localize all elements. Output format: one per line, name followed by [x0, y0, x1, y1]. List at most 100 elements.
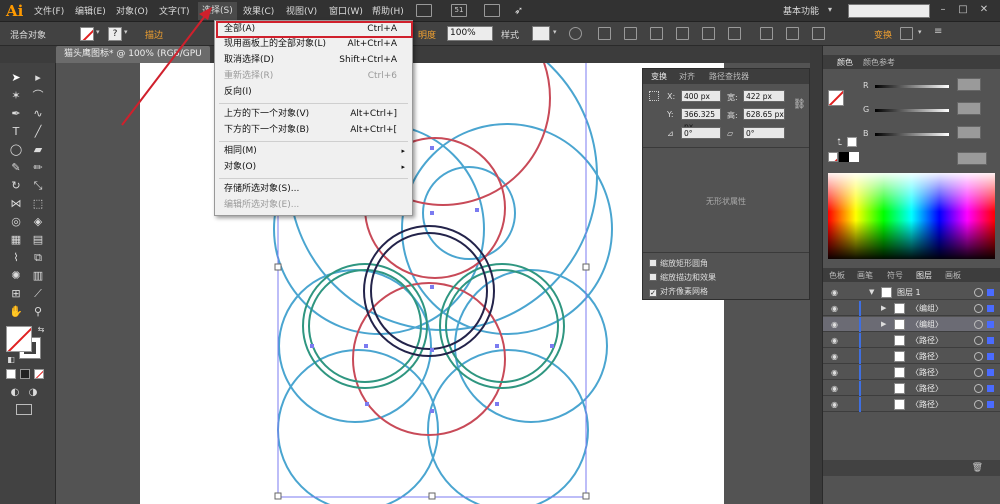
paintbrush-tool-icon[interactable]: ✎ [9, 161, 23, 175]
menu-edit[interactable]: 编辑(E) [75, 4, 106, 17]
tab-layers[interactable]: 图层 [916, 270, 932, 281]
align-pixel-grid-checkbox[interactable]: ✓ 对齐像素网格 [649, 286, 708, 297]
bounding-box-handle[interactable] [582, 492, 590, 500]
checkbox[interactable] [649, 259, 657, 267]
slice-tool-icon[interactable]: ⟋ [31, 287, 45, 301]
x-field[interactable]: 400 px [681, 90, 721, 102]
selection-indicator[interactable] [987, 369, 994, 376]
layer-row[interactable]: ◉ 〈路径〉 [823, 365, 1000, 380]
bridge-icon[interactable] [416, 4, 432, 17]
bounding-box-handle[interactable] [428, 492, 436, 500]
none-mode-icon[interactable] [34, 369, 44, 379]
tab-artboards[interactable]: 画板 [945, 270, 961, 281]
chevron-down-icon[interactable]: ▾ [918, 28, 922, 36]
distribute-right-icon[interactable] [812, 27, 825, 40]
menu-item-edit-selection[interactable]: 编辑所选对象(E)... [216, 198, 411, 213]
menu-object[interactable]: 对象(O) [116, 4, 148, 17]
owl-circle-blue[interactable] [277, 349, 439, 504]
opacity-label[interactable]: 明度 [418, 28, 436, 41]
menu-file[interactable]: 文件(F) [34, 4, 64, 17]
minimize-icon[interactable]: – [937, 4, 949, 16]
menu-help[interactable]: 帮助(H) [372, 4, 404, 17]
scale-tool-icon[interactable]: ⤡ [31, 179, 45, 193]
line-tool-icon[interactable]: ╱ [31, 125, 45, 139]
menu-item-next-object-above[interactable]: 上方的下一个对象(V) Alt+Ctrl+] [216, 107, 411, 122]
eyedropper-tool-icon[interactable]: ⌇ [9, 251, 23, 265]
anchor-point[interactable] [310, 344, 314, 348]
isolate-icon[interactable] [900, 27, 913, 40]
menu-item-select-all[interactable]: 全部(A) Ctrl+A [216, 21, 413, 38]
workspace-switcher[interactable]: 基本功能 [783, 4, 819, 17]
chevron-down-icon[interactable]: ▾ [96, 28, 100, 36]
selection-indicator[interactable] [987, 305, 994, 312]
type-tool-icon[interactable]: T [9, 125, 23, 139]
scale-strokes-checkbox[interactable]: 缩放描边和效果 [649, 272, 716, 283]
gradient-tool-icon[interactable]: ▤ [31, 233, 45, 247]
ellipse-tool-icon[interactable]: ◯ [9, 143, 23, 157]
checkbox[interactable] [649, 273, 657, 281]
menu-select[interactable]: 选择(S) [198, 2, 237, 20]
layer-row[interactable]: ◉ ▶ 〈编组〉 [823, 301, 1000, 316]
search-input[interactable] [848, 4, 930, 18]
anchor-point[interactable] [495, 344, 499, 348]
anchor-point[interactable] [430, 348, 434, 352]
symbol-sprayer-tool-icon[interactable]: ✺ [9, 269, 23, 283]
target-icon[interactable] [974, 400, 983, 409]
panel-menu-icon[interactable]: ≡ [934, 26, 942, 37]
black-color-swatch[interactable] [839, 152, 849, 162]
chevron-down-icon[interactable]: ▾ [828, 5, 832, 14]
menu-item-save-selection[interactable]: 存储所选对象(S)... [216, 182, 411, 197]
tab-align[interactable]: 对齐 [679, 71, 695, 82]
menu-item-deselect[interactable]: 取消选择(D) Shift+Ctrl+A [216, 53, 411, 68]
eye-icon[interactable]: ◉ [831, 304, 838, 313]
pen-tool-icon[interactable]: ✒ [9, 107, 23, 121]
maximize-icon[interactable]: □ [957, 4, 969, 16]
target-icon[interactable] [974, 320, 983, 329]
anchor-point[interactable] [430, 285, 434, 289]
graph-tool-icon[interactable]: ▥ [31, 269, 45, 283]
owl-circle-blue[interactable] [422, 166, 516, 260]
selection-indicator[interactable] [987, 353, 994, 360]
target-icon[interactable] [974, 368, 983, 377]
selection-indicator[interactable] [987, 337, 994, 344]
eye-icon[interactable]: ◉ [831, 320, 838, 329]
anchor-point[interactable] [364, 344, 368, 348]
owl-circle-blue[interactable] [427, 349, 589, 504]
mesh-tool-icon[interactable]: ▦ [9, 233, 23, 247]
owl-circle-blue[interactable] [454, 269, 608, 423]
layer-row[interactable]: ◉ 〈路径〉 [823, 381, 1000, 396]
blue-channel-slider[interactable] [875, 133, 949, 136]
tab-pathfinder[interactable]: 路径查找器 [709, 71, 749, 82]
target-icon[interactable] [974, 352, 983, 361]
eye-icon[interactable]: ◉ [831, 400, 838, 409]
trash-icon[interactable]: 🗑 [972, 463, 983, 473]
menu-view[interactable]: 视图(V) [286, 4, 317, 17]
pencil-tool-icon[interactable]: ✏ [31, 161, 45, 175]
scale-corners-checkbox[interactable]: 缩放矩形圆角 [649, 258, 708, 269]
target-icon[interactable] [974, 336, 983, 345]
layer-row[interactable]: ◉ 〈路径〉 [823, 349, 1000, 364]
collapse-triangle-icon[interactable]: ▶ [881, 320, 886, 328]
stroke-label[interactable]: 描边 [145, 28, 163, 41]
green-channel-slider[interactable] [875, 109, 949, 112]
eye-icon[interactable]: ◉ [831, 352, 838, 361]
gpu-performance-icon[interactable]: ➶ [514, 4, 523, 17]
link-icon[interactable]: ⛓ [793, 99, 806, 110]
tab-swatches[interactable]: 色板 [829, 270, 845, 281]
shape-builder-tool-icon[interactable]: ◎ [9, 215, 23, 229]
magic-wand-tool-icon[interactable]: ✶ [9, 89, 23, 103]
menu-item-inverse[interactable]: 反向(I) [216, 85, 411, 100]
selection-indicator[interactable] [987, 401, 994, 408]
transform-link[interactable]: 变换 [874, 28, 892, 41]
eye-icon[interactable]: ◉ [831, 288, 838, 297]
document-tab[interactable]: 猫头鹰图标* @ 100% (RGB/GPU [56, 46, 210, 63]
menu-type[interactable]: 文字(T) [159, 4, 190, 17]
curvature-tool-icon[interactable]: ∿ [31, 107, 45, 121]
lasso-tool-icon[interactable]: ⌒ [31, 89, 45, 103]
draw-inside-icon[interactable]: ◑ [26, 386, 40, 400]
drawing-mode-icon[interactable]: ◐ [8, 386, 22, 400]
distribute-center-icon[interactable] [786, 27, 799, 40]
owl-circle-green[interactable] [445, 269, 559, 383]
bounding-box-handle[interactable] [274, 492, 282, 500]
style-swatch[interactable] [532, 26, 550, 41]
